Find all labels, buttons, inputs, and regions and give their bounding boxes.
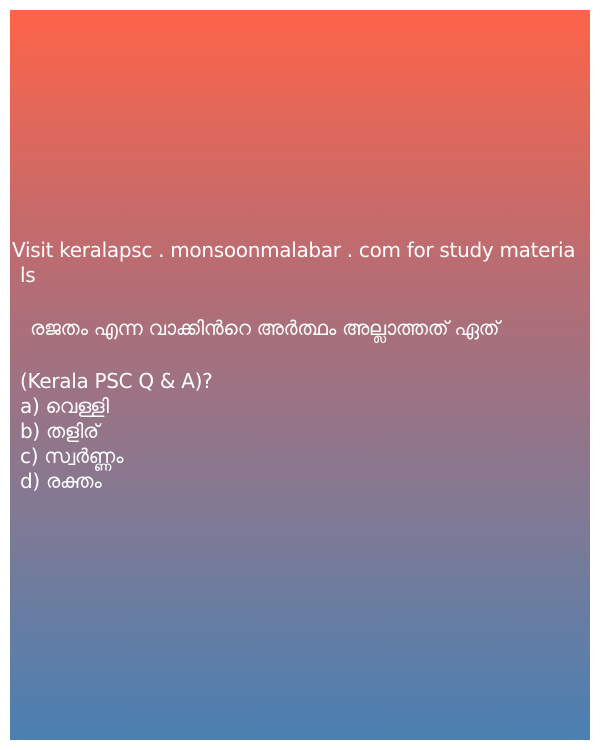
card-content: Visit keralapsc . monsoonmalabar . com f… <box>10 238 590 494</box>
option-a: a) വെള്ളി <box>20 394 109 418</box>
option-d: d) രക്തം <box>20 469 102 493</box>
promo-text-line-2: ls <box>20 263 36 287</box>
option-c: c) സ്വർണ്ണം <box>20 444 124 468</box>
question-source: (Kerala PSC Q & A)? <box>20 369 213 393</box>
question-card: Visit keralapsc . monsoonmalabar . com f… <box>10 10 590 740</box>
options-list: a) വെള്ളി b) തളിര് c) സ്വർണ്ണം d) രക്തം <box>10 394 590 494</box>
promo-text-line-1: Visit keralapsc . monsoonmalabar . com f… <box>12 238 576 262</box>
question-text: രജതം എന്ന വാക്കിൻറെ അർത്ഥം അല്ലാത്തത് ഏത… <box>30 316 500 340</box>
option-b: b) തളിര് <box>20 419 99 443</box>
